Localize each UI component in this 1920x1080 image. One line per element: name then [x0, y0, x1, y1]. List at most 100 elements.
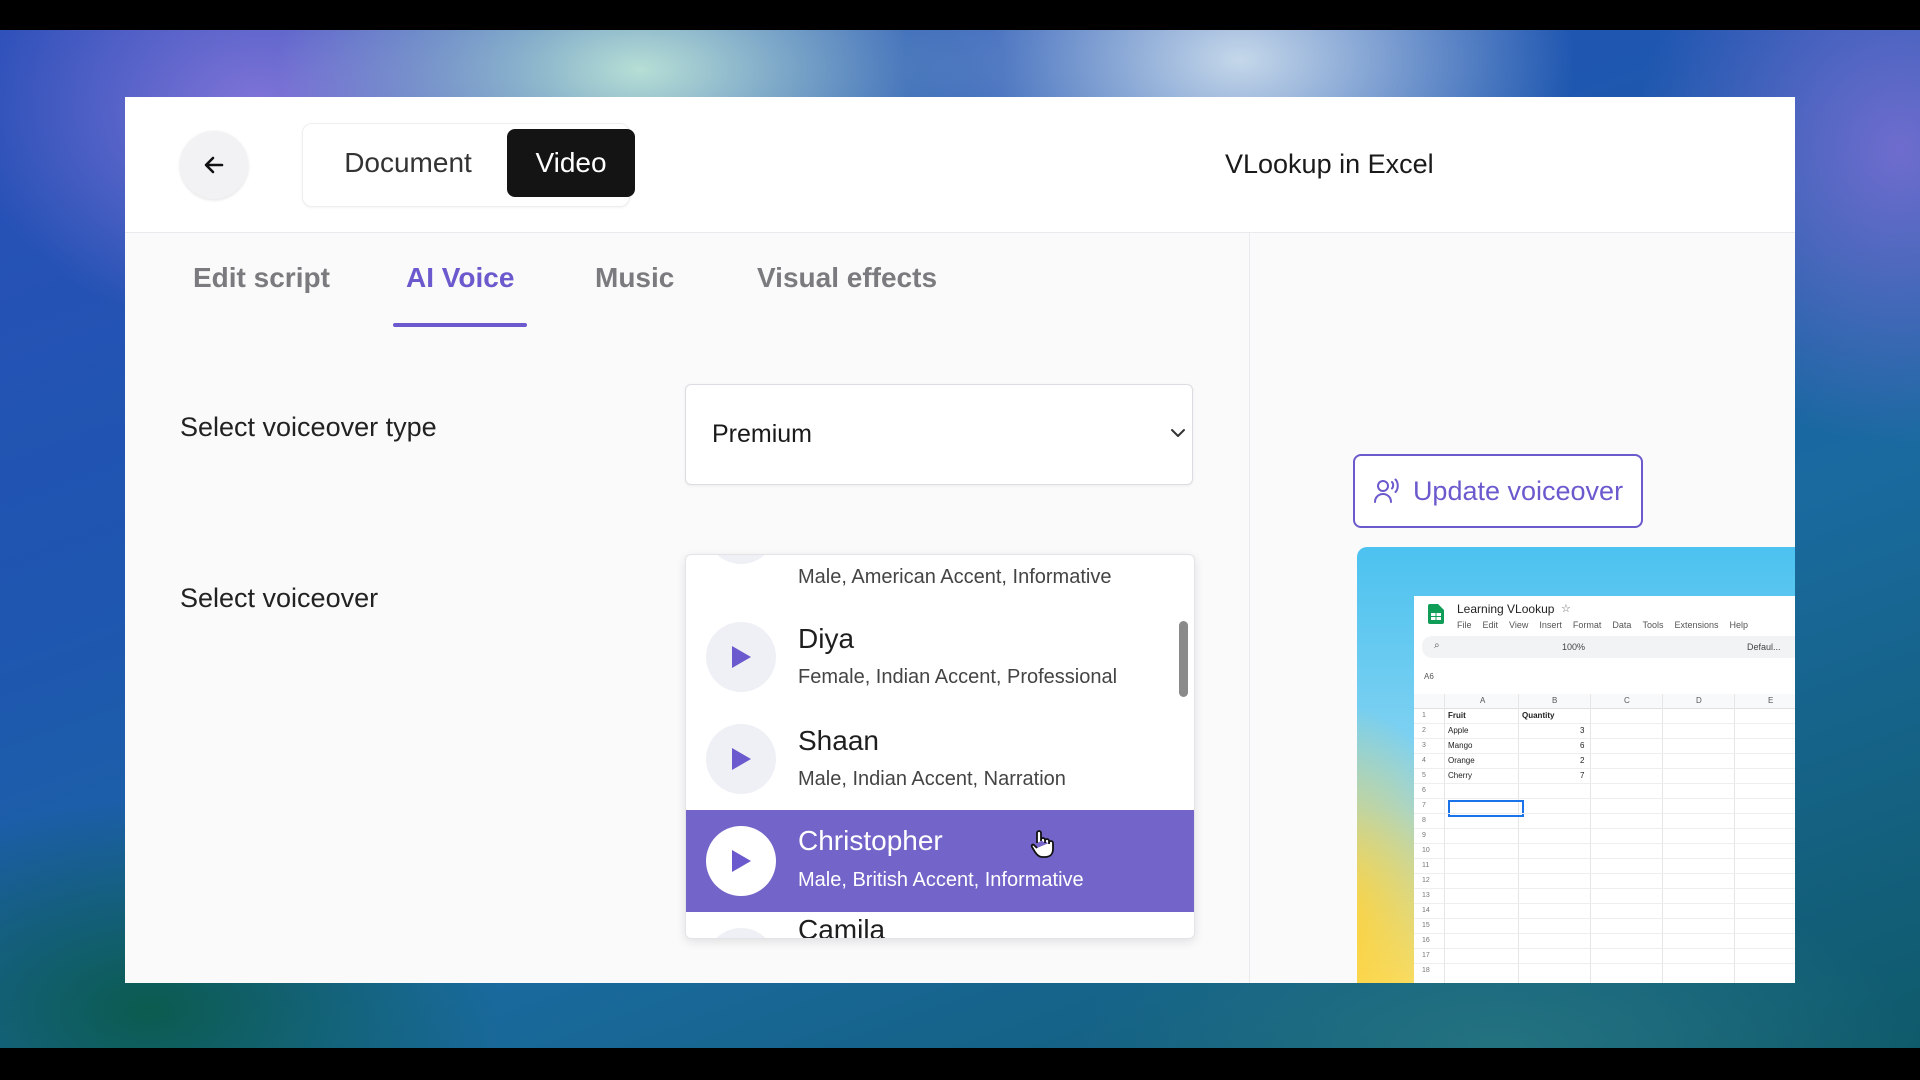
sheet-cell-ref: A6: [1424, 672, 1434, 681]
voiceover-type-label: Select voiceover type: [180, 412, 437, 442]
sheet-row-number: 14: [1422, 907, 1430, 914]
sheet-row-number: 15: [1422, 922, 1430, 929]
sheet-row-number: 2: [1422, 727, 1426, 734]
voice-description: Female, Indian Accent, Professional: [798, 666, 1118, 688]
star-icon: ☆: [1561, 603, 1571, 615]
play-icon: [732, 748, 751, 770]
sheet-gridline: [1414, 798, 1795, 799]
sheet-cell: 3: [1580, 726, 1585, 735]
voice-item[interactable]: Male, American Accent, Informative: [686, 555, 1194, 588]
tab-visual-effects[interactable]: Visual effects: [757, 262, 937, 294]
sheet-menu-item: Data: [1612, 620, 1632, 630]
page-title: VLookup in Excel: [1225, 149, 1434, 179]
sheet-gridline: [1414, 843, 1795, 844]
sheet-cell: Cherry: [1448, 771, 1473, 780]
sheet-cell: Quantity: [1522, 711, 1555, 720]
sheet-cell: 7: [1580, 771, 1585, 780]
sheet-row-number: 13: [1422, 892, 1430, 899]
sheet-cell: Mango: [1448, 741, 1473, 750]
voice-name: Camila: [798, 914, 886, 939]
voice-item-christopher[interactable]: Christopher Male, British Accent, Inform…: [686, 810, 1194, 912]
hand-cursor-icon: [1030, 830, 1054, 858]
sheet-column-header: [1414, 694, 1795, 709]
sheet-font: Defaul...: [1747, 642, 1781, 652]
back-button[interactable]: [180, 131, 248, 199]
tab-ai-voice[interactable]: AI Voice: [406, 262, 514, 294]
sheet-col-label: C: [1624, 696, 1630, 705]
sheet-col-label: E: [1768, 696, 1774, 705]
voice-item-shaan[interactable]: Shaan Male, Indian Accent, Narration: [686, 708, 1194, 810]
play-icon: [732, 850, 751, 872]
sheet-menu-item: Extensions: [1674, 620, 1719, 630]
voice-user-icon: [1373, 478, 1399, 503]
sheet-col-label: D: [1696, 696, 1702, 705]
doc-video-toggle: Document Video: [302, 123, 635, 207]
sheet-row-number: 1: [1422, 712, 1426, 719]
play-button[interactable]: [706, 826, 776, 896]
sheet-menu-item: Insert: [1539, 620, 1562, 630]
sheet-row-number: 9: [1422, 832, 1426, 839]
sheet-col-label: A: [1480, 696, 1486, 705]
sheet-menu-item: Format: [1572, 620, 1602, 630]
play-button[interactable]: [706, 622, 776, 692]
voice-description: Male, American Accent, Informative: [798, 566, 1112, 588]
sheet-cell: Orange: [1448, 756, 1475, 765]
sheet-gridline: [1414, 738, 1795, 739]
sheet-gridline: [1414, 948, 1795, 949]
sheet-row-number: 8: [1422, 817, 1426, 824]
sheet-gridline: [1414, 768, 1795, 769]
voiceover-list[interactable]: Male, American Accent, Informative Diya …: [685, 554, 1195, 939]
sheet-col-label: B: [1552, 696, 1558, 705]
play-button[interactable]: [706, 555, 776, 564]
video-preview[interactable]: Learning VLookup ☆ File Edit View Insert For…: [1357, 547, 1795, 983]
sheet-cell: 2: [1580, 756, 1585, 765]
tab-music[interactable]: Music: [595, 262, 674, 294]
sheet-menu-item: Tools: [1642, 620, 1664, 630]
sheet-cell: Fruit: [1448, 711, 1466, 720]
panel-divider: [1249, 233, 1250, 983]
list-scrollbar[interactable]: [1179, 621, 1188, 697]
document-toggle-button[interactable]: Document: [313, 129, 503, 197]
sheet-cell: 6: [1580, 741, 1585, 750]
sheet-gridline: [1414, 888, 1795, 889]
play-button[interactable]: [706, 928, 776, 938]
sheet-gridline: [1414, 858, 1795, 859]
top-bar: Document Video VLookup in Excel: [125, 97, 1795, 233]
voice-name: Christopher: [798, 825, 943, 856]
sheet-menu-item: File: [1457, 620, 1472, 630]
active-tab-indicator: [393, 323, 527, 327]
sheet-gridline: [1414, 933, 1795, 934]
sheet-menu-item: Edit: [1482, 620, 1499, 630]
video-toggle-button[interactable]: Video: [507, 129, 635, 197]
sheet-row-number: 10: [1422, 847, 1430, 854]
sheet-row-number: 3: [1422, 742, 1426, 749]
play-button[interactable]: [706, 724, 776, 794]
voice-name: Shaan: [798, 725, 879, 756]
voice-description: Male, Indian Accent, Narration: [798, 768, 1066, 790]
sheet-zoom: 100%: [1562, 642, 1586, 652]
sheet-row-number: 12: [1422, 877, 1430, 884]
voice-item-diya[interactable]: Diya Female, Indian Accent, Professional: [686, 606, 1194, 708]
chevron-down-icon: [1171, 429, 1185, 437]
sheet-gridline: [1414, 753, 1795, 754]
voice-name: Diya: [798, 623, 855, 654]
voiceover-type-select[interactable]: Premium: [685, 384, 1193, 485]
sheet-row-number: 7: [1422, 802, 1426, 809]
sheet-menu-bar: File Edit View Insert Format Data Tools Extensi…: [1457, 620, 1759, 630]
sheet-selected-cell: [1448, 800, 1524, 817]
sheet-gridline: [1414, 723, 1795, 724]
update-voiceover-label: Update voiceover: [1412, 475, 1624, 506]
tab-edit-script[interactable]: Edit script: [193, 262, 330, 294]
sheets-logo-icon: [1428, 604, 1444, 624]
voice-item-camila[interactable]: Camila: [686, 912, 1194, 939]
sheet-gridline: [1414, 828, 1795, 829]
sheet-row-number: 4: [1422, 757, 1426, 764]
voiceover-type-value: Premium: [712, 420, 813, 448]
update-voiceover-button[interactable]: Update voiceover: [1353, 454, 1643, 528]
sheet-cell: Apple: [1448, 726, 1469, 735]
sheet-menu-item: Help: [1729, 620, 1748, 630]
sheet-row-number: 16: [1422, 937, 1430, 944]
sheet-gridline: [1414, 963, 1795, 964]
app-window: Document Video VLookup in Excel Edit scr…: [125, 97, 1795, 983]
sheet-row-number: 5: [1422, 772, 1426, 779]
